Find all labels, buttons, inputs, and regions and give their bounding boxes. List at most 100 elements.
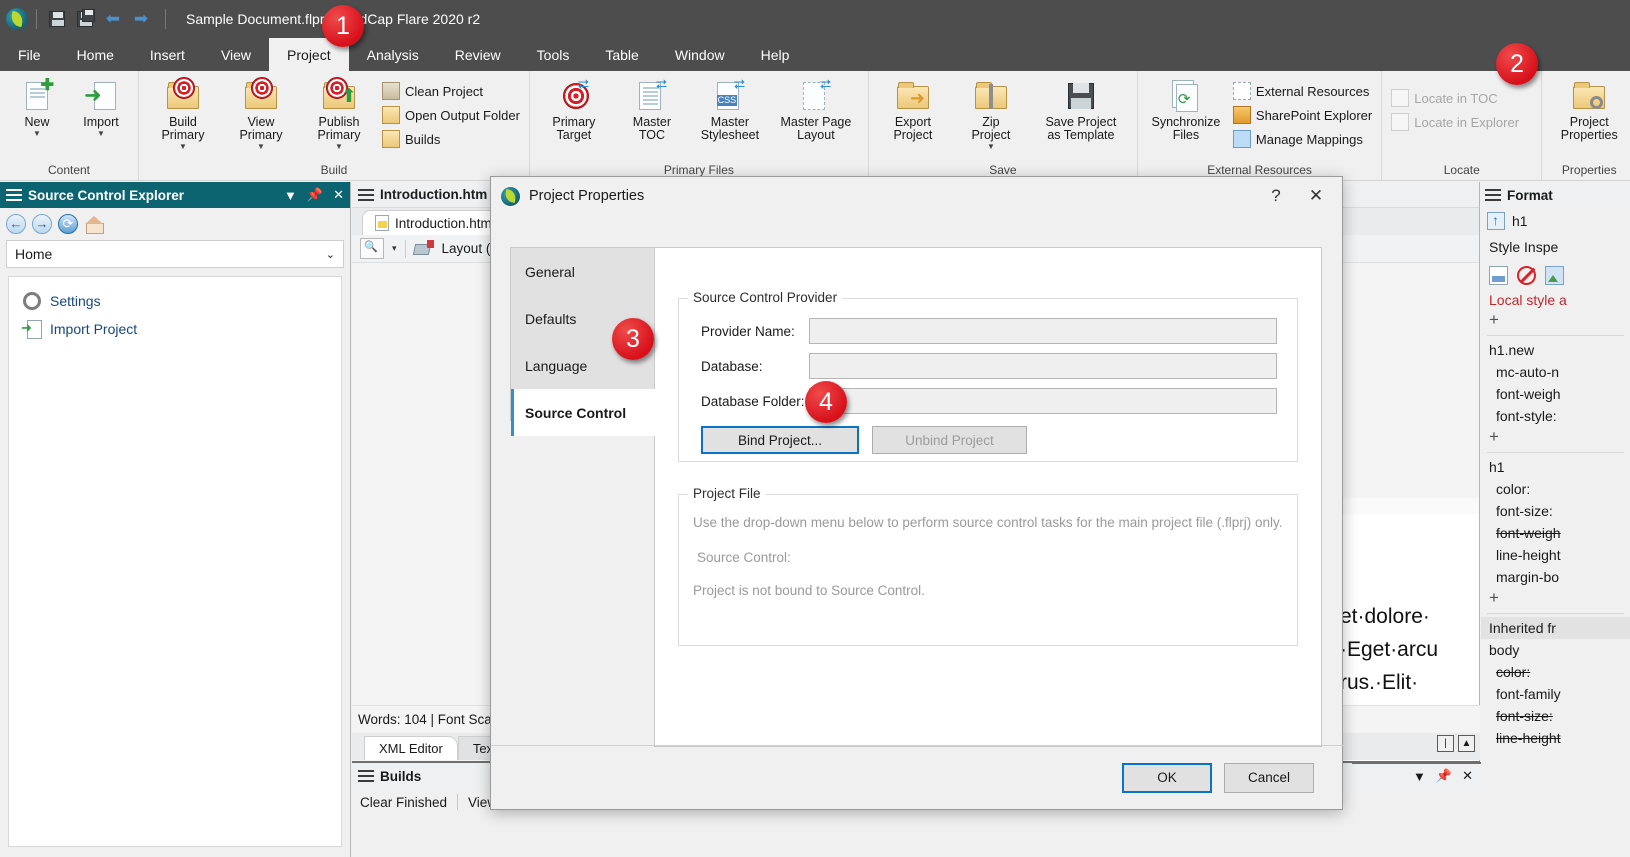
cancel-button[interactable]: Cancel [1224,763,1314,793]
inherited-prop-font-size[interactable]: font-size: [1481,705,1630,727]
menu-table[interactable]: Table [587,38,656,71]
publish-primary-button[interactable]: ⬆ Publish Primary ▼ [301,76,377,151]
ok-button[interactable]: OK [1122,763,1212,793]
menu-window[interactable]: Window [657,38,743,71]
external-resources-button[interactable]: External Resources [1230,79,1375,103]
zip-project-button[interactable]: Zip Project ▼ [953,76,1029,151]
menu-tools[interactable]: Tools [519,38,588,71]
inherited-prop-color[interactable]: color: [1481,661,1630,683]
chevron-down-icon-2[interactable]: ▼ [97,129,105,138]
format-selector-row[interactable]: h1 [1481,208,1630,234]
bind-project-button[interactable]: Bind Project... [701,426,859,454]
chevron-down-icon-zoom[interactable]: ▾ [392,243,397,254]
add-style-prop-button-2[interactable]: + [1481,588,1630,610]
master-stylesheet-button[interactable]: CSS ⮂ Master Stylesheet [692,76,768,142]
clear-finished-button[interactable]: Clear Finished [360,795,447,810]
chevron-down-icon-zip[interactable]: ▼ [987,142,995,151]
style-prop-font-weight[interactable]: font-weigh [1481,522,1630,544]
master-page-layout-button[interactable]: ⮂ Master Page Layout [770,76,862,142]
refresh-icon[interactable]: ⟳ [58,214,78,234]
editor-tab-introduction[interactable]: Introduction.htm [362,210,505,235]
format-menu-icon[interactable] [1485,189,1501,201]
save-icon[interactable] [45,7,69,31]
undo-icon[interactable]: ⬅ [101,7,125,31]
style-section-h1-new[interactable]: h1.new [1481,339,1630,361]
clean-project-button[interactable]: Clean Project [379,79,523,103]
new-button[interactable]: ✚ New ▼ [6,76,68,138]
layout-icon[interactable] [414,240,434,258]
style-prop-margin-bottom[interactable]: margin-bo [1481,566,1630,588]
panel-pin-icon[interactable]: 📌 [307,187,323,203]
style-section-h1[interactable]: h1 [1481,456,1630,478]
panel-dropdown-icon[interactable]: ▼ [284,188,297,203]
dialog-tab-source-control[interactable]: Source Control [511,389,671,436]
synchronize-files-button[interactable]: ⟳ Synchronize Files [1144,76,1228,142]
chevron-down-icon[interactable]: ▼ [33,129,41,138]
add-local-style-button[interactable]: + [1481,310,1630,332]
forward-icon[interactable]: → [32,214,52,234]
style-section-body[interactable]: body [1481,639,1630,661]
save-project-as-template-button[interactable]: Save Project as Template [1031,76,1131,142]
database-folder-input[interactable] [809,388,1277,414]
manage-mappings-button[interactable]: Manage Mappings [1230,127,1375,151]
document-style-icon[interactable] [1489,266,1508,285]
chevron-down-icon-view[interactable]: ▼ [257,142,265,151]
menu-file[interactable]: File [0,38,59,71]
style-prop-font-size[interactable]: font-size: [1481,500,1630,522]
redo-icon[interactable]: ➡ [129,7,153,31]
style-prop-mc-auto-number[interactable]: mc-auto-n [1481,361,1630,383]
master-toc-button[interactable]: ⮂ Master TOC [614,76,690,142]
add-style-prop-button-1[interactable]: + [1481,427,1630,449]
dialog-close-icon[interactable]: ✕ [1296,181,1336,211]
menu-help[interactable]: Help [743,38,808,71]
lower-pin-icon[interactable]: 📌 [1436,768,1452,784]
builds-button[interactable]: Builds [379,127,523,151]
provider-name-input[interactable] [809,318,1277,344]
style-prop-line-height[interactable]: line-height [1481,544,1630,566]
back-icon[interactable]: ← [6,214,26,234]
panel-close-icon[interactable]: ✕ [333,187,344,203]
menu-analysis[interactable]: Analysis [349,38,437,71]
source-control-breadcrumb-combo[interactable]: Home ⌄ [6,240,344,268]
open-output-folder-button[interactable]: Open Output Folder [379,103,523,127]
menu-insert[interactable]: Insert [132,38,203,71]
project-properties-button[interactable]: Project Properties [1548,76,1630,142]
collapse-up-icon[interactable]: ▲ [1458,735,1475,752]
menu-view[interactable]: View [203,38,269,71]
primary-target-button[interactable]: ⮂ Primary Target [536,76,612,142]
dialog-tab-general[interactable]: General [511,248,658,295]
editor-menu-icon[interactable] [358,189,374,201]
style-prop-color[interactable]: color: [1481,478,1630,500]
chevron-down-icon-build[interactable]: ▼ [179,142,187,151]
no-style-icon[interactable] [1517,266,1536,285]
inherited-prop-font-family[interactable]: font-family [1481,683,1630,705]
chevron-down-icon-combo[interactable]: ⌄ [326,248,335,261]
style-prop-font-weight-new[interactable]: font-weigh [1481,383,1630,405]
home-icon[interactable] [84,214,104,234]
list-item-import-project[interactable]: Import Project [9,315,341,343]
tab-xml-editor[interactable]: XML Editor [364,736,458,760]
zoom-preview-icon[interactable] [360,238,384,259]
split-vertical-icon[interactable]: | [1437,735,1454,752]
import-button[interactable]: ➜ Import ▼ [70,76,132,138]
list-item-settings[interactable]: Settings [9,287,341,315]
build-primary-button[interactable]: Build Primary ▼ [145,76,221,151]
save-all-icon[interactable] [73,7,97,31]
panel-menu-icon[interactable] [6,189,22,201]
lower-dropdown-icon[interactable]: ▼ [1413,769,1426,784]
chevron-down-icon-publish[interactable]: ▼ [335,142,343,151]
export-project-button[interactable]: ➜ Export Project [875,76,951,142]
menu-review[interactable]: Review [437,38,519,71]
lower-close-icon[interactable]: ✕ [1462,768,1473,784]
image-style-icon[interactable] [1545,266,1564,285]
dialog-help-icon[interactable]: ? [1256,181,1296,211]
up-arrow-icon[interactable] [1487,212,1505,230]
menu-home[interactable]: Home [59,38,132,71]
style-prop-font-style[interactable]: font-style: [1481,405,1630,427]
view-primary-button[interactable]: View Primary ▼ [223,76,299,151]
sharepoint-explorer-button[interactable]: SharePoint Explorer [1230,103,1375,127]
database-input[interactable] [809,353,1277,379]
source-control-dropdown-label[interactable]: Source Control: [693,530,1283,565]
builds-menu-icon[interactable] [358,770,374,782]
inherited-prop-line-height[interactable]: line-height [1481,727,1630,749]
